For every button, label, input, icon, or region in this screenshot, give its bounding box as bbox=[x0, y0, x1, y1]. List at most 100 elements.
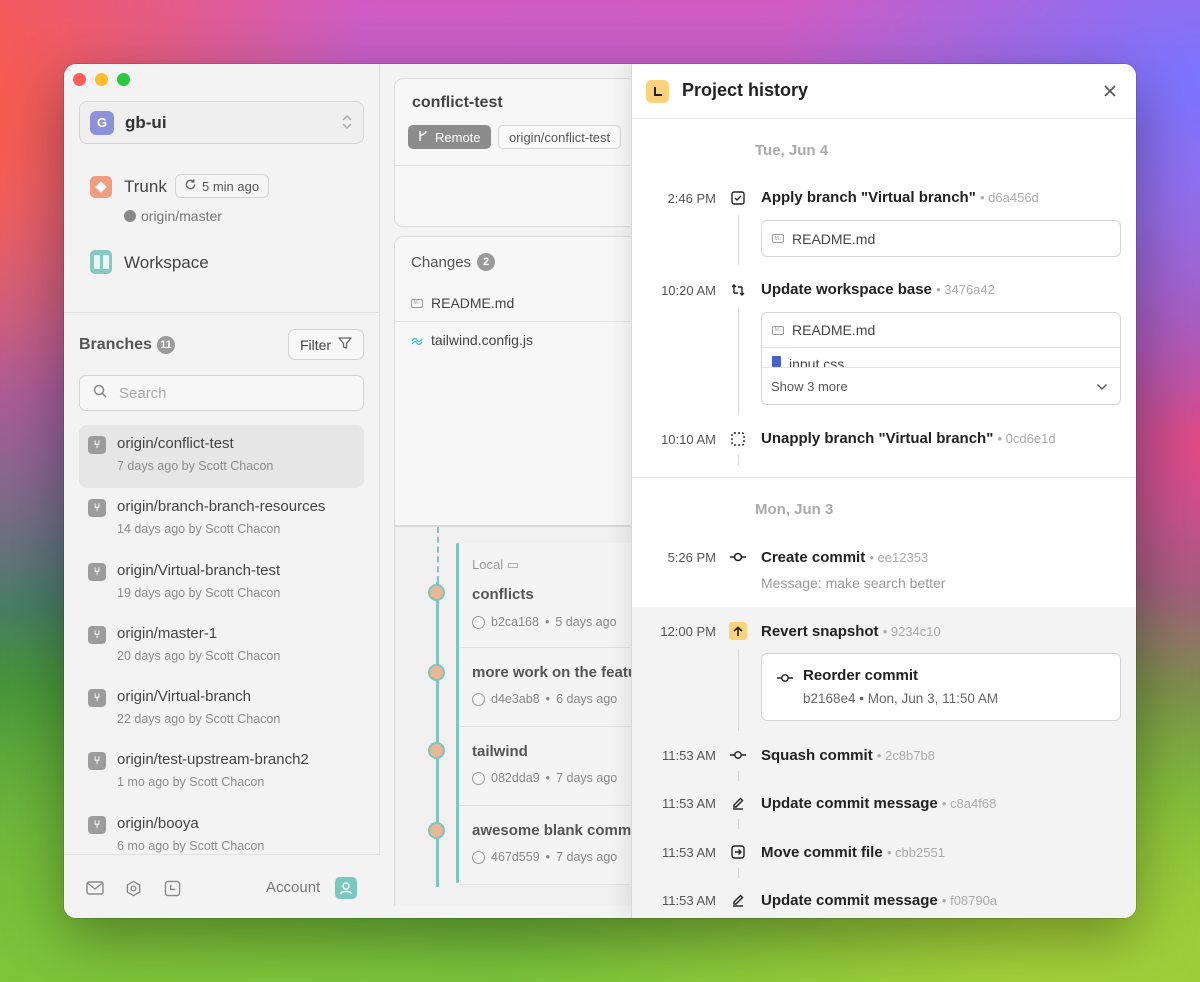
history-entry-title[interactable]: Update commit message • f08790a bbox=[761, 892, 997, 909]
remote-badge-label: Remote bbox=[435, 129, 481, 145]
squash-icon bbox=[730, 747, 746, 763]
local-label: Local ▭ bbox=[472, 557, 519, 572]
history-entry-title[interactable]: Apply branch "Virtual branch" • d6a456d bbox=[761, 189, 1039, 206]
check-circle-icon bbox=[472, 771, 485, 785]
show-more-button[interactable]: Show 3 more bbox=[762, 368, 1120, 404]
zoom-window-button[interactable] bbox=[117, 73, 130, 86]
branch-name: origin/master-1 bbox=[117, 624, 218, 642]
entry-time: 11:53 AM bbox=[662, 893, 716, 908]
clock-icon bbox=[646, 80, 669, 103]
reverted-snapshot-card[interactable]: Reorder commit b2168e4 • Mon, Jun 3, 11:… bbox=[761, 653, 1121, 721]
commit-card[interactable]: Local ▭ conflicts b2ca168 • 5 days ago bbox=[459, 543, 659, 648]
move-file-icon bbox=[730, 844, 746, 860]
trunk-fetch-badge[interactable]: 5 min ago bbox=[175, 174, 270, 198]
branches-heading: Branches 11 bbox=[79, 336, 175, 354]
branch-item[interactable]: ⑂ origin/branch-branch-resources 14 days… bbox=[79, 488, 364, 551]
commit-card[interactable]: tailwind 082dda9 • 7 days ago bbox=[459, 727, 659, 806]
branch-meta: 14 days ago by Scott Chacon bbox=[117, 522, 281, 537]
file-item[interactable]: tailwind.config.js bbox=[411, 332, 533, 348]
trunk-icon bbox=[90, 176, 112, 198]
history-entry-title[interactable]: Squash commit • 2c8b7b8 bbox=[761, 747, 935, 764]
timeline-line bbox=[738, 649, 739, 731]
file-item[interactable]: M↓ README.md bbox=[762, 221, 1120, 256]
divider bbox=[395, 165, 653, 166]
commit-meta: b2ca168 • 5 days ago bbox=[472, 615, 617, 629]
entry-time: 11:53 AM bbox=[662, 845, 716, 860]
trunk-remote: origin/master bbox=[124, 208, 222, 224]
markdown-file-icon: M↓ bbox=[772, 325, 784, 335]
unapply-branch-icon bbox=[730, 431, 746, 447]
origin-badge[interactable]: origin/conflict-test bbox=[498, 125, 622, 149]
branch-item[interactable]: ⑂ origin/master-1 20 days ago by Scott C… bbox=[79, 615, 364, 678]
branch-search[interactable] bbox=[79, 375, 364, 411]
entry-time: 10:10 AM bbox=[661, 432, 716, 447]
entry-time: 11:53 AM bbox=[662, 796, 716, 811]
project-selector[interactable]: G gb-ui bbox=[79, 101, 364, 144]
branch-meta: 6 mo ago by Scott Chacon bbox=[117, 838, 265, 853]
project-history-panel: Project history Tue, Jun 4 2:46 PM Apply… bbox=[631, 64, 1136, 918]
entry-time: 12:00 PM bbox=[660, 624, 716, 639]
branch-name: origin/Virtual-branch-test bbox=[117, 561, 281, 579]
file-item[interactable]: M↓ README.md bbox=[762, 313, 1120, 348]
commit-graph-dashed-line bbox=[437, 527, 439, 582]
timeline-line bbox=[738, 215, 739, 265]
avatar bbox=[428, 742, 445, 759]
timeline-line bbox=[738, 307, 739, 415]
commit-title: tailwind bbox=[472, 743, 528, 760]
sync-icon bbox=[730, 282, 746, 298]
sidebar-item-workspace[interactable]: Workspace bbox=[90, 250, 360, 276]
history-entry-title[interactable]: Unapply branch "Virtual branch" • 0cd6e1… bbox=[761, 430, 1056, 447]
minimize-window-button[interactable] bbox=[95, 73, 108, 86]
remote-badge: Remote bbox=[408, 125, 491, 149]
timeline-line bbox=[738, 868, 739, 878]
account-label[interactable]: Account bbox=[266, 879, 320, 896]
commit-card[interactable]: awesome blank comm 467d559 • 7 days ago bbox=[459, 806, 659, 885]
app-window: G gb-ui Trunk 5 min ago origin/master Wo… bbox=[64, 64, 1136, 918]
markdown-file-icon: M↓ bbox=[772, 234, 784, 243]
commit-card[interactable]: more work on the featu d4e3ab8 • 6 days … bbox=[459, 648, 659, 727]
branch-item[interactable]: ⑂ origin/Virtual-branch 22 days ago by S… bbox=[79, 678, 364, 741]
snapshot-file-list: M↓ README.md input.css Show 3 more bbox=[761, 312, 1121, 405]
branch-item[interactable]: ⑂ origin/test-upstream-branch2 1 mo ago … bbox=[79, 741, 364, 804]
divider bbox=[632, 477, 1136, 478]
day-label: Mon, Jun 3 bbox=[755, 501, 834, 518]
commit-age: 7 days ago bbox=[556, 850, 618, 864]
close-icon[interactable] bbox=[1100, 81, 1120, 101]
close-window-button[interactable] bbox=[73, 73, 86, 86]
filter-label: Filter bbox=[299, 336, 332, 353]
branch-icon: ⑂ bbox=[88, 436, 106, 454]
markdown-file-icon: M↓ bbox=[411, 298, 423, 308]
file-item[interactable]: M↓ README.md bbox=[411, 295, 514, 311]
edit-icon bbox=[730, 795, 746, 811]
css-file-icon bbox=[772, 356, 781, 367]
reverted-snapshot-title: Reorder commit bbox=[803, 667, 919, 684]
refresh-icon bbox=[184, 178, 197, 194]
commit-icon bbox=[730, 549, 746, 565]
branch-icon: ⑂ bbox=[88, 752, 106, 771]
search-input[interactable] bbox=[119, 384, 339, 402]
mail-icon[interactable] bbox=[86, 879, 104, 897]
divider bbox=[395, 321, 653, 322]
account-avatar[interactable] bbox=[335, 877, 357, 899]
branch-meta: 20 days ago by Scott Chacon bbox=[117, 648, 281, 663]
history-entry-title[interactable]: Update workspace base • 3476a42 bbox=[761, 281, 995, 298]
commit-message: Message: make search better bbox=[761, 575, 946, 591]
apply-branch-icon bbox=[730, 190, 746, 206]
settings-icon[interactable] bbox=[124, 879, 142, 897]
branch-item[interactable]: ⑂ origin/conflict-test 7 days ago by Sco… bbox=[79, 425, 364, 489]
check-circle-icon bbox=[472, 692, 485, 706]
show-more-label: Show 3 more bbox=[771, 378, 848, 394]
history-entry-title[interactable]: Move commit file • cbb2551 bbox=[761, 844, 945, 861]
filter-button[interactable]: Filter bbox=[288, 329, 364, 360]
branch-icon: ⑂ bbox=[88, 562, 106, 581]
timeline-line bbox=[738, 771, 739, 781]
trunk-remote-label: origin/master bbox=[141, 208, 222, 224]
history-entry-title[interactable]: Create commit • ee12353 bbox=[761, 549, 928, 566]
history-entry-title[interactable]: Update commit message • c8a4f68 bbox=[761, 795, 996, 812]
branch-item[interactable]: ⑂ origin/Virtual-branch-test 19 days ago… bbox=[79, 552, 364, 615]
history-icon[interactable] bbox=[163, 879, 181, 897]
commit-meta: d4e3ab8 • 6 days ago bbox=[472, 692, 617, 706]
file-item[interactable]: input.css bbox=[762, 348, 1120, 368]
branch-meta: 19 days ago by Scott Chacon bbox=[117, 585, 281, 600]
history-entry-title[interactable]: Revert snapshot • 9234c10 bbox=[761, 623, 941, 640]
